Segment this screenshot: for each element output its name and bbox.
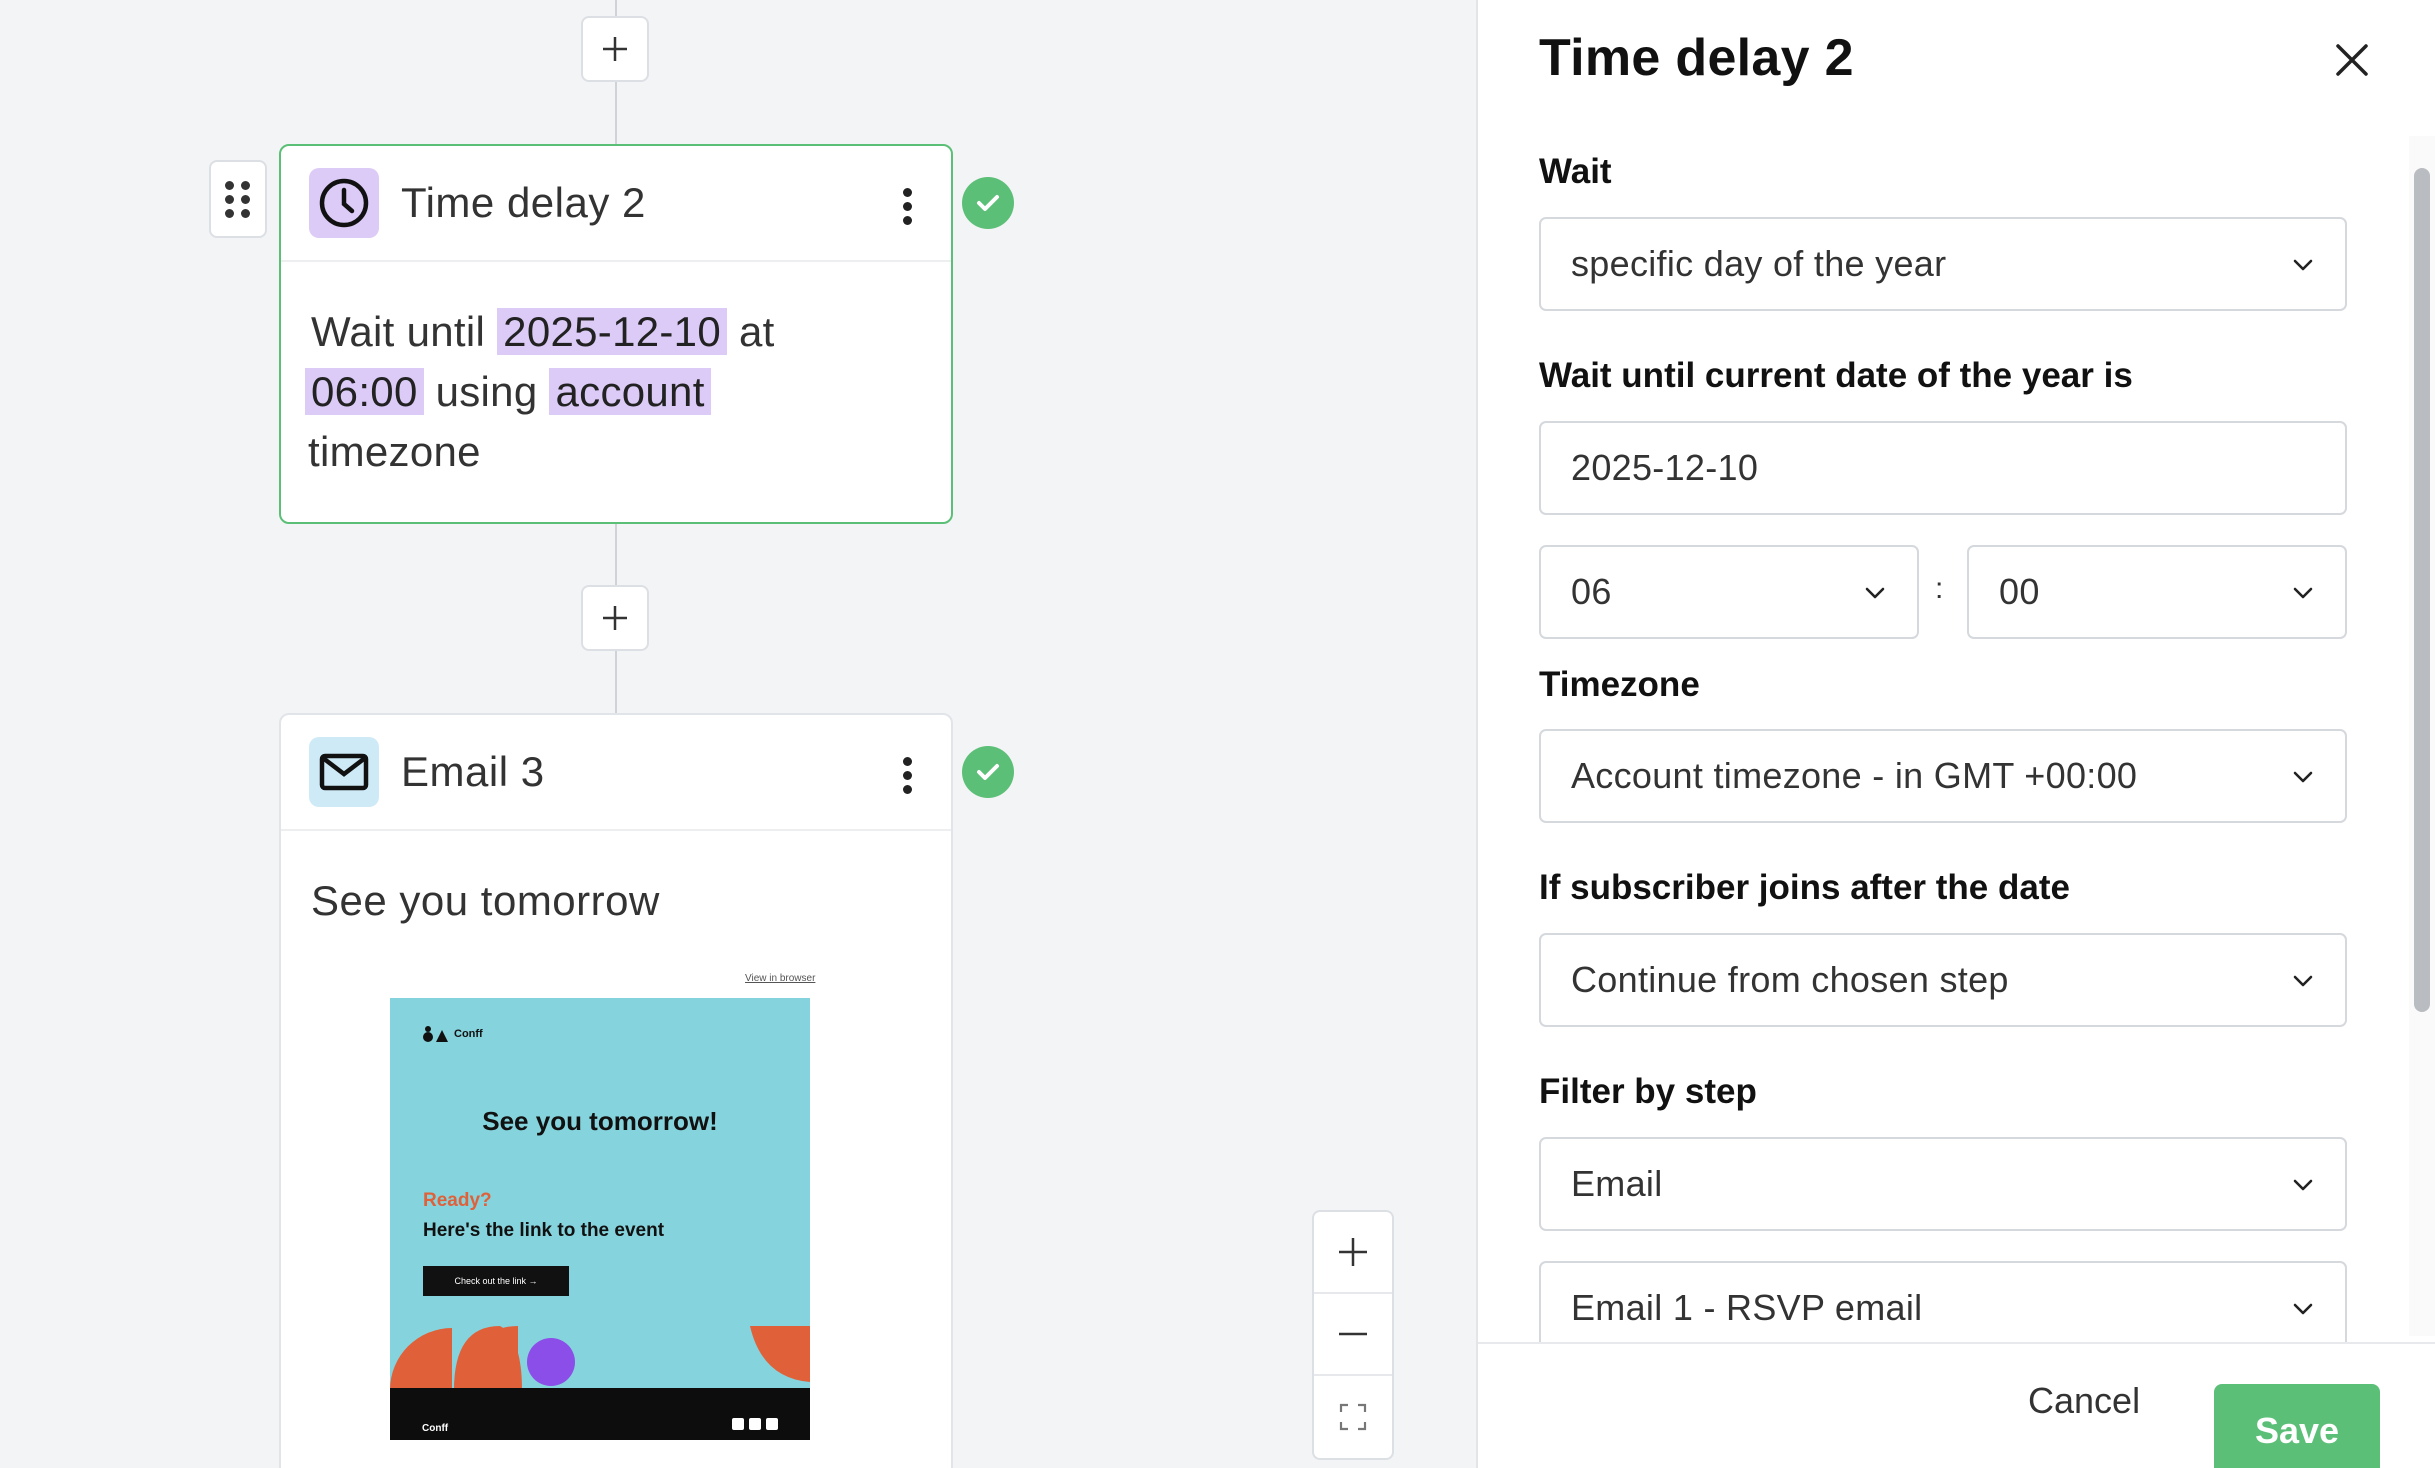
select-value: 00: [1999, 571, 2040, 612]
filter-step-select[interactable]: Email 1 - RSVP email: [1539, 1261, 2347, 1355]
email-preview: Conff See you tomorrow! Ready? Here's th…: [390, 998, 810, 1440]
select-value: Email 1 - RSVP email: [1571, 1287, 1923, 1328]
cancel-button[interactable]: Cancel: [2028, 1380, 2140, 1422]
time-delay-node[interactable]: Time delay 2 Wait until 2025-12-10 at 06…: [279, 144, 953, 524]
preview-headline: See you tomorrow!: [482, 1106, 718, 1136]
chevron-down-icon: [2293, 771, 2313, 783]
node-header: Time delay 2: [281, 146, 951, 262]
timezone-label: Timezone: [1539, 665, 1700, 704]
chevron-down-icon: [2293, 975, 2313, 987]
zoom-out-button[interactable]: [1314, 1294, 1392, 1376]
clock-icon: [309, 168, 379, 238]
close-icon[interactable]: [2330, 38, 2374, 82]
panel-scrollbar[interactable]: [2414, 168, 2430, 1012]
input-value: 2025-12-10: [1571, 447, 1759, 488]
minus-icon: [1339, 1332, 1367, 1336]
wait-label: Wait: [1539, 152, 1612, 191]
text: at: [738, 308, 775, 355]
joins-after-select[interactable]: Continue from chosen step: [1539, 933, 2347, 1027]
preview-subline: Here's the link to the event: [423, 1220, 665, 1241]
zoom-in-button[interactable]: [1314, 1212, 1392, 1294]
time-token: 06:00: [305, 368, 424, 415]
zoom-controls: [1312, 1210, 1394, 1460]
chevron-down-icon: [2293, 1179, 2313, 1191]
text: timezone: [308, 428, 481, 475]
envelope-icon: [309, 737, 379, 807]
email-subject: See you tomorrow: [311, 877, 660, 924]
date-input[interactable]: 2025-12-10: [1539, 421, 2347, 515]
node-title: Email 3: [401, 748, 545, 795]
kebab-icon[interactable]: [903, 757, 913, 794]
fit-screen-button[interactable]: [1314, 1376, 1392, 1458]
plus-icon: [1339, 1238, 1367, 1266]
plus-icon: [603, 37, 627, 61]
hour-select[interactable]: 06: [1539, 545, 1919, 639]
text: using: [435, 368, 538, 415]
filter-label: Filter by step: [1539, 1072, 1757, 1111]
timezone-token: account: [549, 368, 711, 415]
minute-select[interactable]: 00: [1967, 545, 2347, 639]
select-value: Account timezone - in GMT +00:00: [1571, 755, 2138, 796]
preview-footer: Conff: [390, 1388, 810, 1440]
timezone-select[interactable]: Account timezone - in GMT +00:00: [1539, 729, 2347, 823]
select-value: Continue from chosen step: [1571, 959, 2009, 1000]
logo-text: Conff: [454, 1028, 483, 1040]
chevron-down-icon: [2293, 587, 2313, 599]
plus-icon: [603, 606, 627, 630]
node-header: Email 3: [281, 715, 951, 831]
save-button[interactable]: Save: [2214, 1384, 2380, 1468]
date-token: 2025-12-10: [497, 308, 727, 355]
select-value: Email: [1571, 1163, 1663, 1204]
joins-after-label: If subscriber joins after the date: [1539, 868, 2070, 907]
date-label: Wait until current date of the year is: [1539, 356, 2133, 395]
add-step-button[interactable]: [581, 16, 649, 82]
node-description: Wait until 2025-12-10 at 06:00 using acc…: [281, 262, 951, 482]
chevron-down-icon: [2293, 1303, 2313, 1315]
drag-handle-icon[interactable]: [209, 160, 267, 238]
settings-panel: Time delay 2 Wait specific day of the ye…: [1476, 0, 2435, 1468]
add-step-button[interactable]: [581, 585, 649, 651]
preview-decoration: [390, 1326, 810, 1390]
node-title: Time delay 2: [401, 179, 646, 226]
view-in-browser-link: View in browser: [745, 973, 816, 984]
select-value: 06: [1571, 571, 1612, 612]
chevron-down-icon: [2293, 259, 2313, 271]
panel-title: Time delay 2: [1539, 29, 1854, 87]
footer-logo: Conff: [422, 1423, 449, 1434]
select-value: specific day of the year: [1571, 243, 1947, 284]
preview-ready: Ready?: [423, 1190, 492, 1211]
check-circle-icon: [962, 746, 1014, 798]
chevron-down-icon: [1865, 587, 1885, 599]
wait-type-select[interactable]: specific day of the year: [1539, 217, 2347, 311]
text: Wait until: [311, 308, 486, 355]
social-icons: [732, 1418, 778, 1430]
fit-screen-icon: [1339, 1403, 1367, 1431]
preview-logo: Conff: [422, 1026, 483, 1042]
filter-type-select[interactable]: Email: [1539, 1137, 2347, 1231]
kebab-icon[interactable]: [903, 188, 913, 225]
time-separator: :: [1935, 572, 1944, 605]
workflow-canvas: Time delay 2 Wait until 2025-12-10 at 06…: [0, 0, 1448, 1468]
check-circle-icon: [962, 177, 1014, 229]
